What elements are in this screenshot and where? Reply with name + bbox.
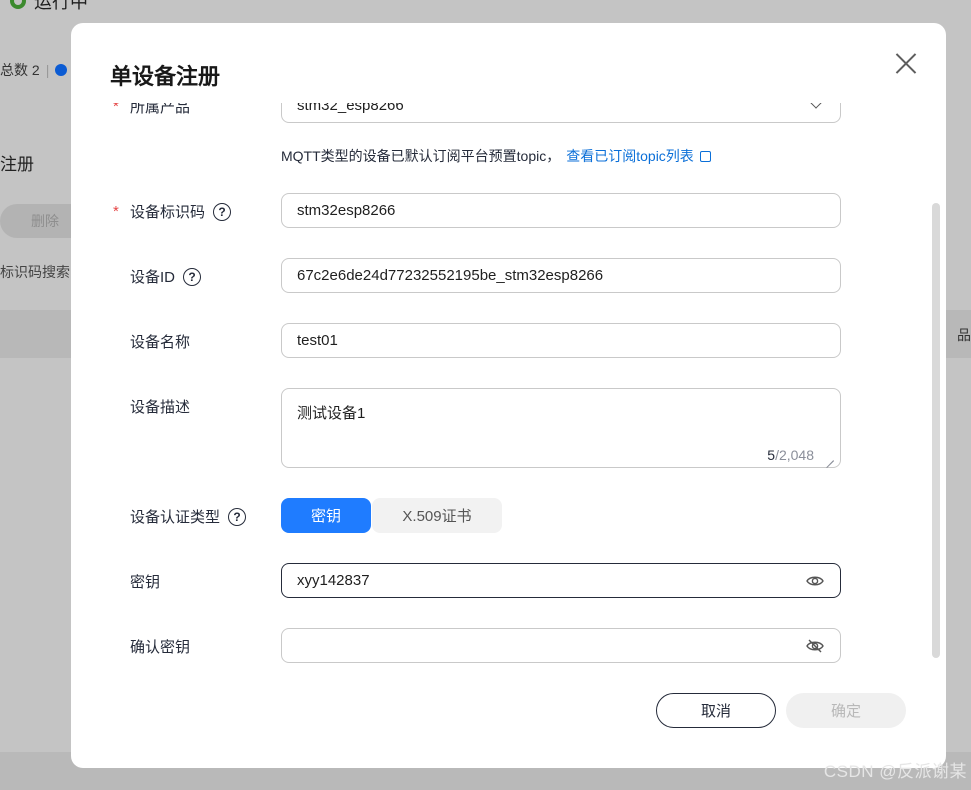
- required-mark: *: [113, 103, 119, 115]
- status-indicator: 运行中: [0, 0, 88, 14]
- dialog-title: 单设备注册: [110, 64, 221, 89]
- search-input[interactable]: 标识码搜索: [0, 262, 70, 282]
- resize-handle-icon[interactable]: [824, 451, 834, 461]
- status-text: 运行中: [34, 0, 88, 12]
- running-status-icon: [10, 0, 26, 9]
- char-counter: 5/2,048: [767, 447, 814, 463]
- register-device-dialog: 单设备注册 * 所属产品 stm32_esp8266 MQTT类型的设备已默认订…: [71, 23, 946, 768]
- chevron-down-icon: [810, 103, 822, 109]
- description-textarea[interactable]: 测试设备1 5/2,048: [281, 388, 841, 468]
- external-link-icon: [699, 151, 711, 162]
- device-id-label: 设备ID: [130, 269, 176, 286]
- help-icon[interactable]: ?: [228, 507, 247, 526]
- eye-icon[interactable]: [806, 573, 824, 589]
- device-name-input[interactable]: test01: [281, 323, 841, 358]
- secret-label: 密钥: [130, 574, 161, 591]
- cancel-button[interactable]: 取消: [656, 693, 776, 728]
- section-heading: 注册: [0, 155, 34, 174]
- table-header-label: 品: [957, 327, 971, 343]
- node-id-label: 设备标识码: [130, 204, 206, 221]
- node-id-input[interactable]: stm32esp8266: [281, 193, 841, 228]
- watermark: CSDN @反派谢某: [823, 762, 967, 781]
- auth-type-label: 设备认证类型: [130, 509, 221, 526]
- auth-secret-option[interactable]: 密钥: [281, 498, 371, 533]
- product-select[interactable]: stm32_esp8266: [281, 103, 841, 123]
- device-id-input[interactable]: 67c2e6de24d77232552195be_stm32esp8266: [281, 258, 841, 293]
- confirm-secret-input[interactable]: [281, 628, 841, 663]
- confirm-button[interactable]: 确定: [786, 693, 906, 728]
- confirm-secret-label: 确认密钥: [130, 639, 191, 656]
- device-name-label: 设备名称: [130, 334, 191, 351]
- help-icon[interactable]: ?: [183, 267, 202, 286]
- help-icon[interactable]: ?: [213, 202, 232, 221]
- topic-list-link[interactable]: 查看已订阅topic列表: [566, 148, 711, 164]
- auth-type-toggle: 密钥 X.509证书: [281, 498, 502, 533]
- topic-hint: MQTT类型的设备已默认订阅平台预置topic， 查看已订阅topic列表: [281, 146, 711, 166]
- close-icon[interactable]: [894, 51, 918, 75]
- required-mark: *: [113, 203, 119, 220]
- description-label: 设备描述: [130, 399, 191, 416]
- auth-x509-option[interactable]: X.509证书: [372, 498, 502, 533]
- secret-input[interactable]: xyy142837: [281, 563, 841, 598]
- device-total: 总数 2 |: [0, 60, 68, 80]
- eye-off-icon[interactable]: [806, 638, 824, 654]
- scrollbar[interactable]: [932, 203, 940, 658]
- online-dot-icon: [55, 64, 68, 76]
- product-label: 所属产品: [130, 103, 191, 116]
- dialog-form: * 所属产品 stm32_esp8266 MQTT类型的设备已默认订阅平台预置t…: [71, 103, 946, 673]
